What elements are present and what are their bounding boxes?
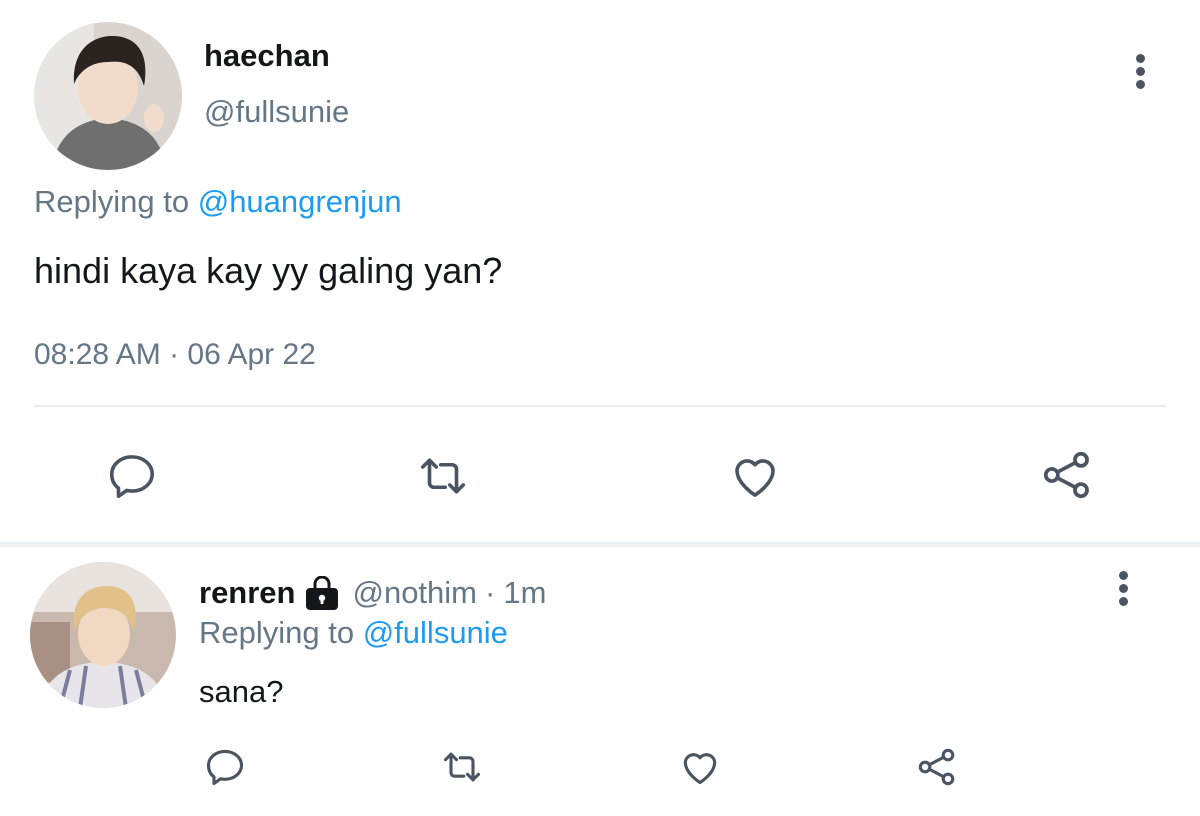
comment-icon[interactable] xyxy=(104,448,160,504)
display-name[interactable]: renren xyxy=(199,575,295,611)
heart-icon[interactable] xyxy=(677,744,723,790)
avatar-renren[interactable] xyxy=(30,562,176,708)
tweet-text: sana? xyxy=(199,674,284,709)
user-handle[interactable]: @fullsunie xyxy=(204,94,349,130)
user-handle[interactable]: @nothim xyxy=(352,575,477,611)
relative-time[interactable]: 1m xyxy=(503,575,546,611)
reply-header: renren @nothim · 1m xyxy=(199,575,546,611)
lock-icon xyxy=(304,576,340,610)
tweet-separator xyxy=(0,542,1200,547)
avatar-haechan[interactable] xyxy=(34,22,182,170)
share-icon[interactable] xyxy=(914,744,960,790)
more-options-icon[interactable] xyxy=(1134,54,1146,89)
display-name[interactable]: haechan xyxy=(204,38,330,74)
comment-icon[interactable] xyxy=(202,744,248,790)
replying-to-prefix: Replying to xyxy=(34,184,190,219)
heart-icon[interactable] xyxy=(727,448,783,504)
retweet-icon[interactable] xyxy=(413,448,473,504)
replying-to-prefix: Replying to xyxy=(199,615,355,650)
divider xyxy=(34,405,1166,407)
share-icon[interactable] xyxy=(1038,446,1096,504)
retweet-icon[interactable] xyxy=(437,744,487,790)
replying-to-line: Replying to @fullsunie xyxy=(199,615,508,651)
replying-to-mention[interactable]: @fullsunie xyxy=(363,615,508,650)
more-options-icon[interactable] xyxy=(1117,571,1129,606)
replying-to-line: Replying to @huangrenjun xyxy=(34,184,402,220)
replying-to-mention[interactable]: @huangrenjun xyxy=(198,184,402,219)
tweet-timestamp[interactable]: 08:28 AM · 06 Apr 22 xyxy=(34,338,316,372)
separator-dot: · xyxy=(485,575,496,610)
tweet-text: hindi kaya kay yy galing yan? xyxy=(34,250,503,291)
